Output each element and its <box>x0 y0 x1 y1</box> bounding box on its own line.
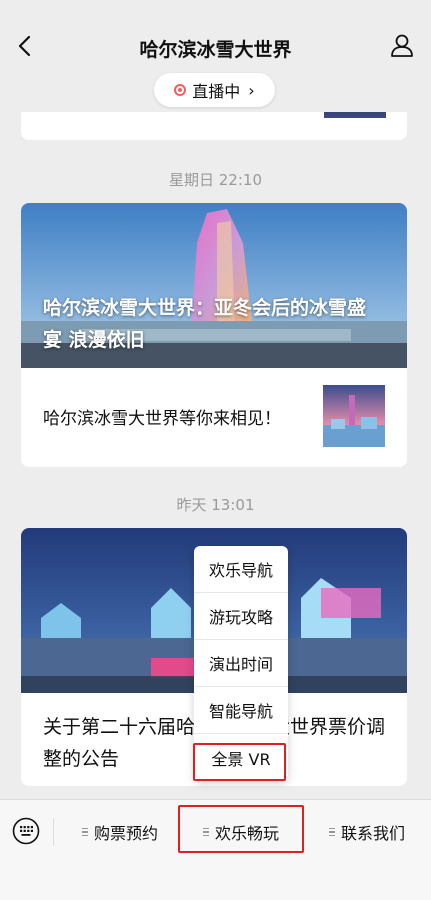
highlight-box <box>178 805 304 853</box>
page-title: 哈尔滨冰雪大世界 <box>139 39 292 61</box>
menu-item-show-times[interactable]: 演出时间 <box>194 640 288 687</box>
message-timestamp: 昨天 13:01 <box>176 496 255 514</box>
menu-item-smart-navigation[interactable]: 智能导航 <box>194 687 288 734</box>
top-bar: 哈尔滨冰雪大世界 直播中 › <box>0 0 431 112</box>
menu-lines-icon <box>81 827 88 837</box>
highlight-box <box>193 743 286 781</box>
tab-label: 联系我们 <box>340 824 405 843</box>
live-indicator-icon <box>174 84 187 96</box>
article-cover-image[interactable]: 哈尔滨冰雪大世界：亚冬会后的冰雪盛宴 浪漫依旧 <box>21 203 407 368</box>
tab-contact-us[interactable]: 联系我们 <box>308 812 426 852</box>
tab-ticket-booking[interactable]: 购票预约 <box>60 812 180 852</box>
tab-divider <box>53 818 54 846</box>
user-icon[interactable] <box>389 32 415 58</box>
menu-item-play-guide[interactable]: 游玩攻略 <box>194 593 288 640</box>
live-button[interactable]: 直播中 › <box>154 73 275 107</box>
menu-item-fun-navigation[interactable]: 欢乐导航 <box>194 546 288 593</box>
keyboard-icon[interactable] <box>12 817 40 845</box>
sub-article-row[interactable]: 哈尔滨冰雪大世界等你来相见！ <box>21 368 407 467</box>
chevron-right-icon: › <box>248 80 255 100</box>
tab-label: 购票预约 <box>93 824 158 843</box>
message-timestamp: 星期日 22:10 <box>169 171 262 189</box>
article-card[interactable]: 哈尔滨冰雪大世界：亚冬会后的冰雪盛宴 浪漫依旧 哈尔滨冰雪大世界等你来相见！ <box>21 203 407 467</box>
article-title: 哈尔滨冰雪大世界：亚冬会后的冰雪盛宴 浪漫依旧 <box>43 297 367 351</box>
sub-article-title: 哈尔滨冰雪大世界等你来相见！ <box>43 409 281 429</box>
bottom-menu-bar: 购票预约 欢乐畅玩 联系我们 <box>0 799 431 900</box>
sub-article-thumbnail <box>323 385 385 447</box>
menu-lines-icon <box>328 827 335 837</box>
live-label: 直播中 <box>192 82 241 101</box>
